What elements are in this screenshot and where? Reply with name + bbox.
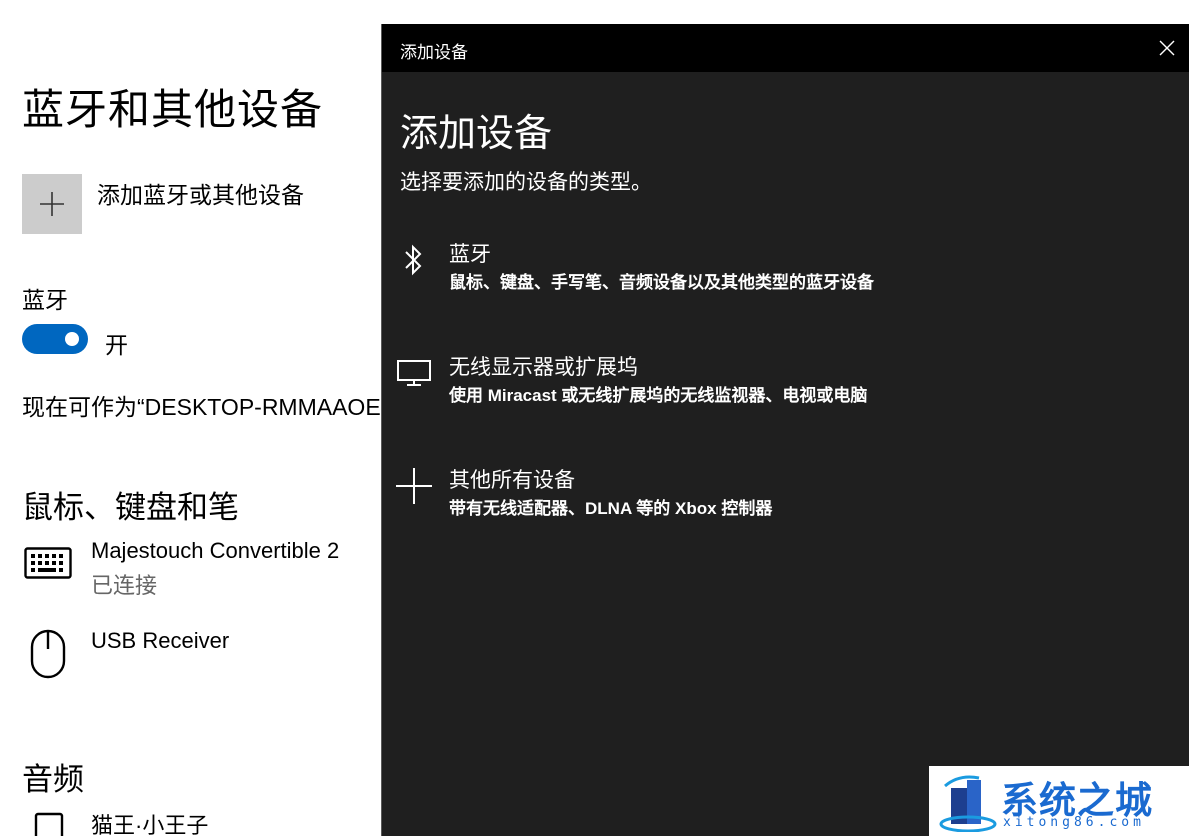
city-logo-icon	[939, 775, 997, 832]
option-description: 使用 Miracast 或无线扩展坞的无线监视器、电视或电脑	[449, 386, 868, 405]
dialog-titlebar[interactable]: 添加设备	[382, 24, 1189, 72]
audio-heading: 音频	[22, 762, 84, 797]
device-status: 已连接	[91, 573, 158, 598]
device-name: Majestouch Convertible 2	[91, 538, 340, 563]
option-description: 鼠标、键盘、手写笔、音频设备以及其他类型的蓝牙设备	[449, 273, 874, 292]
add-device-button[interactable]	[22, 174, 82, 234]
close-icon	[1159, 40, 1175, 56]
speaker-icon	[34, 812, 64, 836]
mouse-icon	[30, 629, 66, 679]
option-description: 带有无线适配器、DLNA 等的 Xbox 控制器	[449, 499, 773, 518]
dialog-heading: 添加设备	[400, 113, 553, 155]
page-title: 蓝牙和其他设备	[22, 86, 324, 133]
watermark: 系统之城 xitong86.com	[929, 766, 1189, 836]
device-name: USB Receiver	[91, 628, 230, 653]
bluetooth-toggle[interactable]	[22, 324, 88, 354]
watermark-site: xitong86.com	[1003, 815, 1145, 830]
dialog-window-title: 添加设备	[400, 43, 468, 62]
monitor-icon	[394, 351, 434, 395]
add-device-dialog: 添加设备 添加设备 选择要添加的设备的类型。 蓝牙 鼠标、键盘、手写笔、音频设备…	[381, 24, 1189, 836]
toggle-knob	[65, 332, 79, 346]
option-everything-else[interactable]: 其他所有设备 带有无线适配器、DLNA 等的 Xbox 控制器	[382, 464, 1189, 542]
plus-icon	[394, 464, 434, 508]
option-bluetooth[interactable]: 蓝牙 鼠标、键盘、手写笔、音频设备以及其他类型的蓝牙设备	[382, 238, 1189, 316]
discoverable-text: 现在可作为“DESKTOP-RMMAAOE”被	[22, 394, 412, 420]
option-title: 其他所有设备	[449, 469, 575, 492]
bluetooth-icon	[394, 238, 434, 282]
keyboard-icon	[24, 547, 72, 579]
plus-icon	[40, 192, 64, 216]
bluetooth-state: 开	[105, 332, 128, 358]
option-wireless-display[interactable]: 无线显示器或扩展坞 使用 Miracast 或无线扩展坞的无线监视器、电视或电脑	[382, 351, 1189, 429]
dialog-subtitle: 选择要添加的设备的类型。	[400, 171, 652, 194]
option-title: 无线显示器或扩展坞	[449, 356, 638, 379]
bluetooth-label: 蓝牙	[22, 287, 68, 313]
input-devices-heading: 鼠标、键盘和笔	[22, 490, 239, 525]
option-title: 蓝牙	[449, 243, 491, 266]
close-button[interactable]	[1144, 24, 1189, 72]
add-device-label[interactable]: 添加蓝牙或其他设备	[97, 176, 304, 210]
device-name: 猫王·小王子	[91, 813, 209, 836]
